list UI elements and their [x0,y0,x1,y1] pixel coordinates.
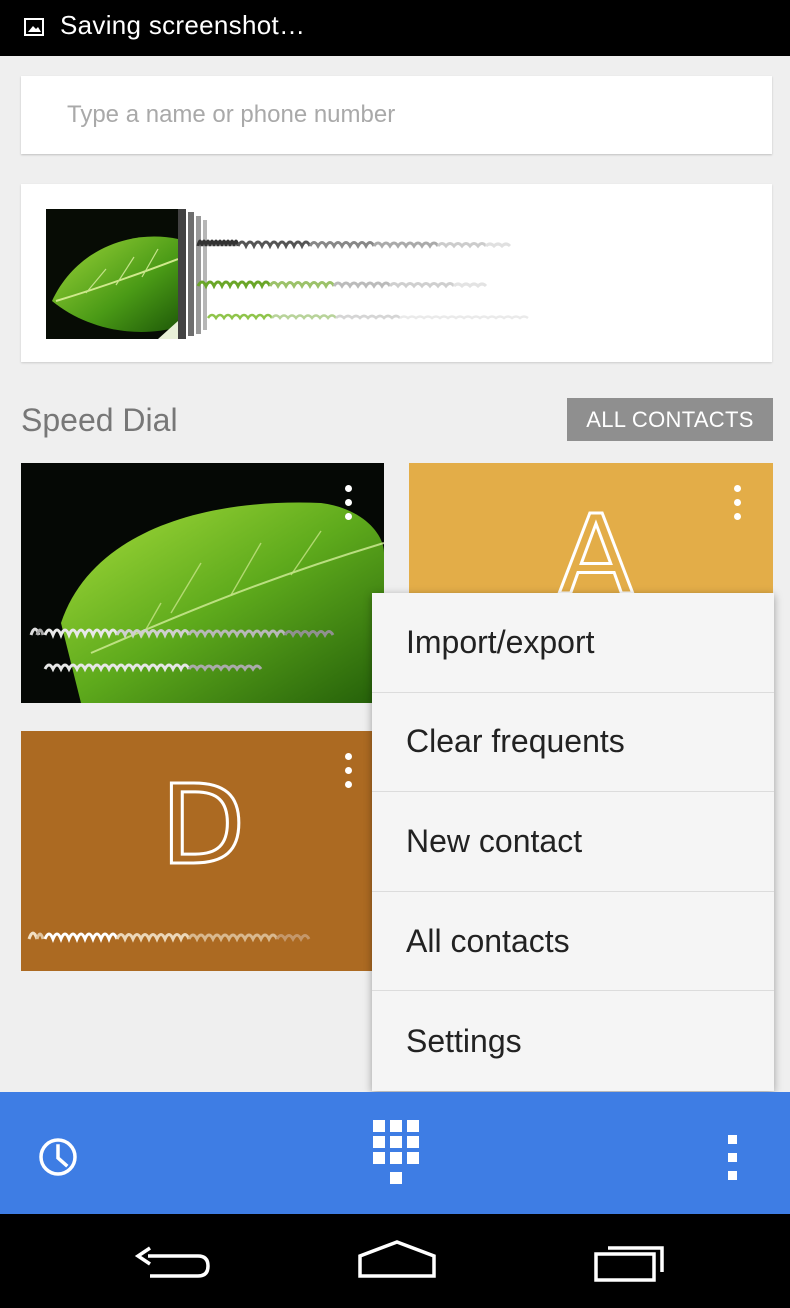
navigation-bar [0,1214,790,1308]
recent-contact-card[interactable] [21,184,772,362]
menu-item-import-export[interactable]: Import/export [372,593,774,693]
overflow-menu-icon[interactable] [726,1135,740,1181]
recents-icon[interactable] [588,1234,678,1288]
menu-item-label: Settings [406,1022,522,1059]
menu-item-all-contacts[interactable]: All contacts [372,892,774,992]
menu-item-clear-frequents[interactable]: Clear frequents [372,693,774,793]
image-icon [24,18,44,36]
photo-motion-trail [178,209,529,339]
menu-item-label: Clear frequents [406,723,625,760]
action-bar [0,1092,790,1214]
contact-photo [21,463,384,703]
speed-dial-tile[interactable]: D D [21,731,384,971]
history-icon[interactable] [36,1135,80,1179]
contact-photo [46,209,178,339]
menu-item-label: All contacts [406,922,570,959]
menu-item-label: New contact [406,822,583,859]
speed-dial-tile[interactable] [21,463,384,703]
menu-item-settings[interactable]: Settings [372,991,774,1091]
overflow-menu: Import/export Clear frequents New contac… [372,593,774,1091]
contact-initial: D [27,760,311,944]
tile-overflow-icon[interactable] [732,483,742,523]
back-icon[interactable] [128,1234,218,1288]
tile-overflow-icon[interactable] [343,751,353,791]
tile-overflow-icon[interactable] [343,483,353,523]
speed-dial-title: Speed Dial [21,402,178,438]
menu-item-label: Import/export [406,623,595,660]
search-box[interactable] [21,76,772,154]
dialpad-icon[interactable] [371,1120,421,1188]
svg-text:D: D [161,761,246,889]
search-input[interactable] [21,76,772,154]
all-contacts-button[interactable]: ALL CONTACTS [567,398,773,441]
menu-item-new-contact[interactable]: New contact [372,792,774,892]
status-text: Saving screenshot… [60,10,306,40]
status-bar: Saving screenshot… [0,0,790,56]
home-icon[interactable] [352,1234,442,1288]
